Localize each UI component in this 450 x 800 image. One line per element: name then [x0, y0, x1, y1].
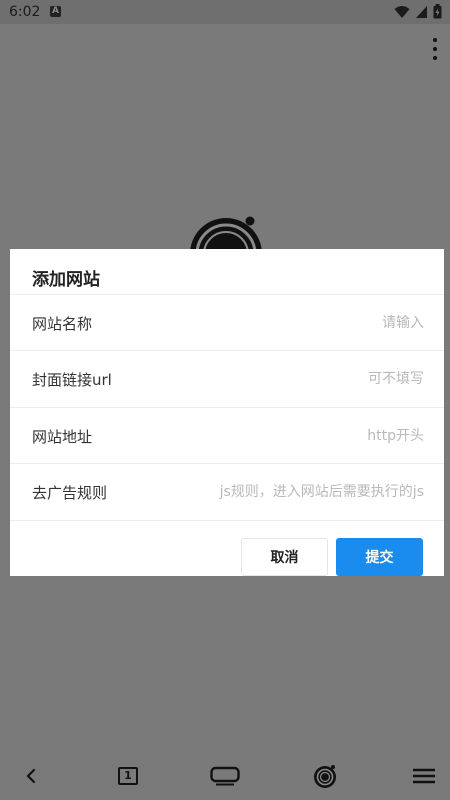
cover-url-row: 封面链接url	[10, 350, 444, 406]
submit-button[interactable]: 提交	[336, 538, 423, 576]
more-options-icon[interactable]	[428, 38, 442, 60]
window-icon	[210, 766, 240, 786]
adblock-rule-label: 去广告规则	[32, 484, 108, 502]
site-url-row: 网站地址	[10, 407, 444, 463]
wifi-icon	[394, 5, 410, 18]
tabs-icon: 1	[118, 767, 138, 785]
site-url-input[interactable]	[144, 424, 424, 448]
home-button[interactable]	[309, 760, 341, 792]
divider	[10, 520, 444, 521]
notification-icon: A	[50, 6, 61, 17]
status-bar: 6:02 A	[0, 0, 450, 24]
cover-url-label: 封面链接url	[32, 371, 112, 389]
window-button[interactable]	[209, 760, 241, 792]
app-logo-icon	[190, 216, 262, 254]
site-name-input[interactable]	[144, 311, 424, 335]
site-name-label: 网站名称	[32, 315, 93, 333]
menu-icon	[413, 768, 435, 784]
bottom-navigation: 1	[0, 752, 450, 800]
add-website-dialog: 添加网站 网站名称 封面链接url 网站地址 去广告规则 取消 提交	[10, 249, 444, 576]
status-time: 6:02	[9, 4, 41, 20]
home-logo-icon	[314, 765, 336, 788]
dialog-title: 添加网站	[32, 270, 100, 290]
site-name-row: 网站名称	[10, 294, 444, 350]
adblock-rule-row: 去广告规则	[10, 463, 444, 519]
back-button[interactable]	[15, 760, 47, 792]
back-icon	[26, 768, 36, 784]
system-icons	[394, 4, 442, 19]
cell-signal-icon	[416, 5, 427, 18]
cancel-button[interactable]: 取消	[241, 538, 328, 576]
menu-button[interactable]	[408, 760, 440, 792]
site-url-label: 网站地址	[32, 428, 93, 446]
adblock-rule-input[interactable]	[144, 480, 424, 504]
tabs-button[interactable]: 1	[112, 760, 144, 792]
battery-icon	[433, 4, 442, 19]
cover-url-input[interactable]	[144, 367, 424, 391]
